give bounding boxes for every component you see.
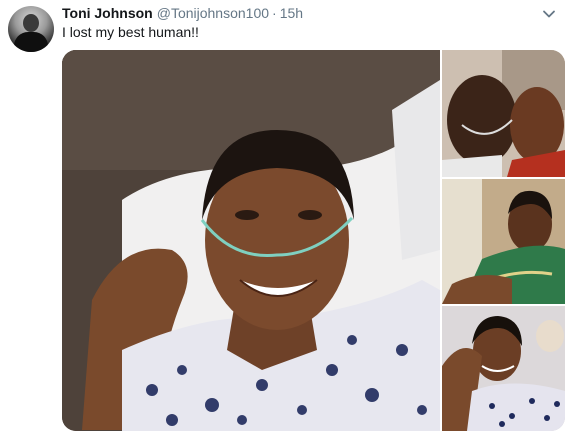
avatar-head [23, 14, 39, 32]
user-avatar[interactable] [8, 6, 54, 52]
photo-thumbnail-1[interactable] [442, 50, 565, 177]
chevron-down-icon[interactable] [541, 6, 557, 22]
photo-thumbnail-3[interactable] [442, 306, 565, 431]
media-grid [62, 50, 565, 431]
separator-dot: · [272, 5, 277, 21]
photo-thumbnail-2[interactable] [442, 179, 565, 304]
avatar-body [14, 32, 48, 52]
tweet-text: I lost my best human!! [62, 24, 199, 40]
photo-main[interactable] [62, 50, 440, 431]
tweet-timestamp[interactable]: 15h [280, 5, 303, 21]
user-handle[interactable]: @Tonijohnson100 [157, 5, 269, 21]
tweet-header: Toni Johnson @Tonijohnson100 · 15h [62, 4, 303, 22]
tweet-card: Toni Johnson @Tonijohnson100 · 15h I lost m… [0, 0, 565, 432]
display-name[interactable]: Toni Johnson [62, 5, 153, 21]
